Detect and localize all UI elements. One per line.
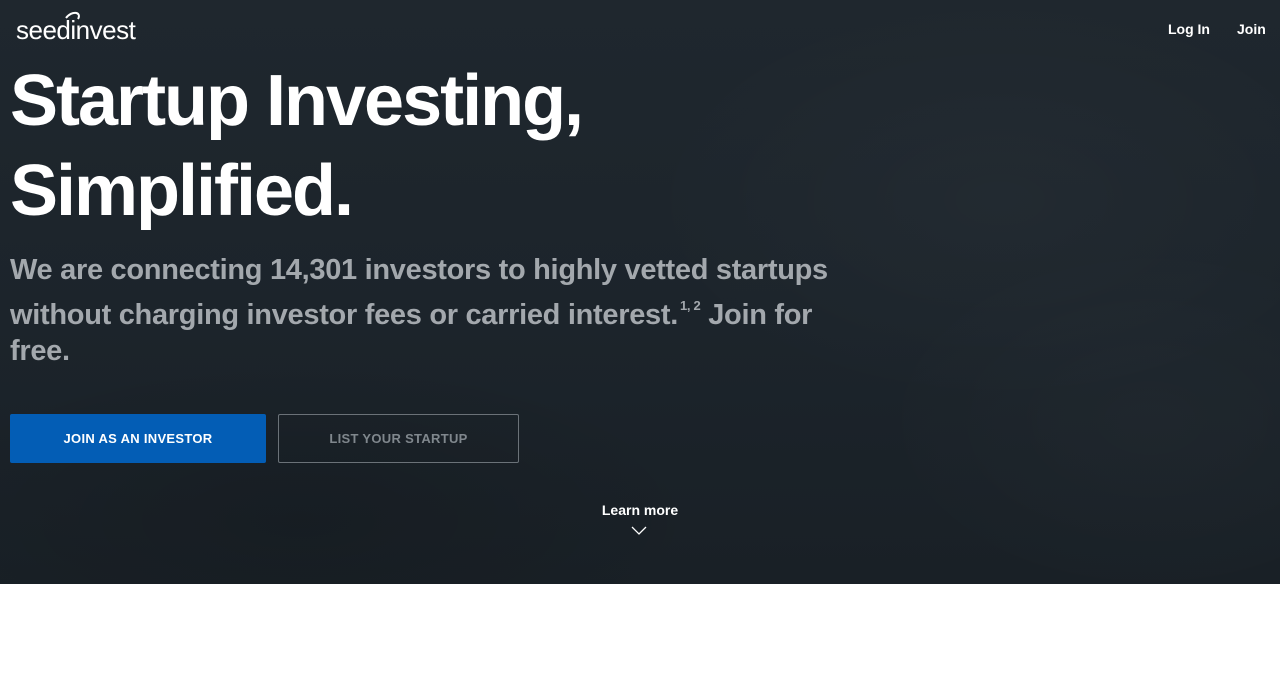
- subtext-footnote[interactable]: 1, 2: [680, 298, 701, 313]
- hero-subtext: We are connecting 14,301 investors to hi…: [10, 252, 830, 369]
- list-startup-button[interactable]: LIST YOUR STARTUP: [278, 414, 519, 463]
- chevron-down-icon[interactable]: [631, 526, 647, 536]
- logo-wordmark: seedinvest: [16, 15, 137, 44]
- seedinvest-logo-icon: seedinvest: [16, 11, 137, 44]
- content-below-hero: [0, 584, 1280, 700]
- hero-headline: Startup Investing, Simplified.: [10, 56, 910, 236]
- join-as-investor-button[interactable]: JOIN AS AN INVESTOR: [10, 414, 266, 463]
- login-link[interactable]: Log In: [1168, 20, 1210, 38]
- headline-line-2: Simplified.: [10, 151, 354, 231]
- learn-more-link[interactable]: Learn more: [590, 500, 690, 520]
- headline-line-1: Startup Investing,: [10, 61, 584, 141]
- join-link[interactable]: Join: [1237, 20, 1266, 38]
- hero-section: seedinvest Log In Join Startup Investing…: [0, 0, 1280, 584]
